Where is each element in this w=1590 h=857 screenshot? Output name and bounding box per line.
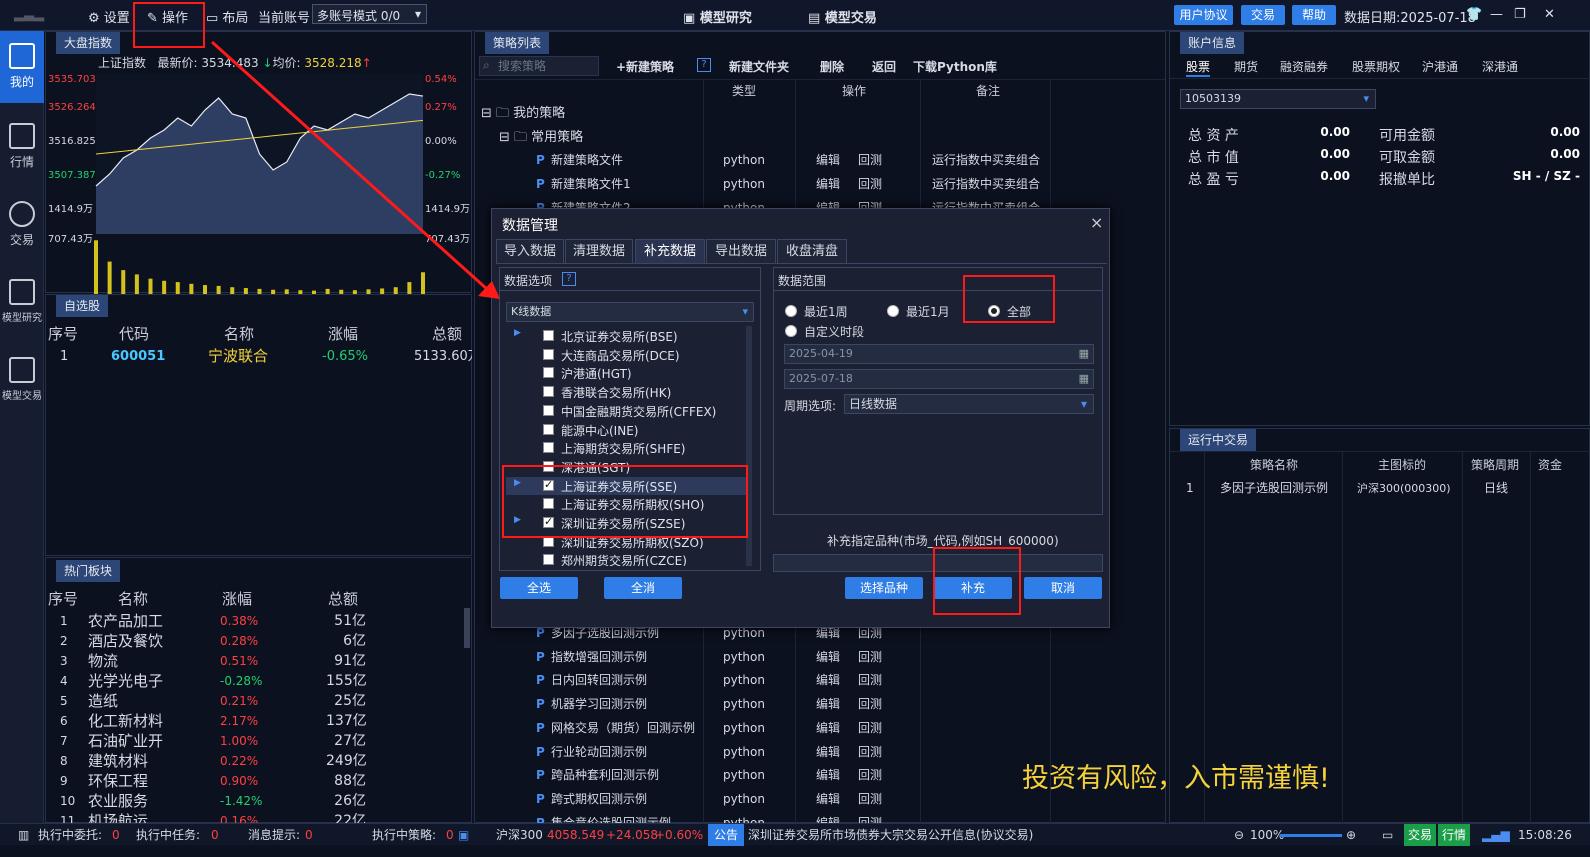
screen-icon[interactable]: ▭ (1382, 824, 1393, 846)
entrust-count: 0 (112, 828, 120, 842)
trade-status[interactable]: 交易 (1404, 824, 1437, 846)
index-pct: +0.60% (655, 828, 704, 842)
index-change: +24.058 (606, 828, 659, 842)
strategy-label: 执行中策略: (372, 828, 437, 842)
strategy-icon[interactable]: ▣ (458, 824, 469, 846)
index-name: 沪深300 (496, 828, 543, 842)
notice-tag: 公告 (708, 824, 745, 846)
market-status[interactable]: 行情 (1438, 824, 1471, 846)
strategy-count: 0 (446, 828, 454, 842)
msg-count: 0 (305, 828, 313, 842)
clock: 15:08:26 (1518, 828, 1572, 842)
index-value: 4058.549 (547, 828, 605, 842)
task-count: 0 (211, 828, 219, 842)
zoom-in-icon[interactable]: ⊕ (1346, 824, 1356, 846)
entrust-label: 执行中委托: (38, 828, 103, 842)
task-label: 执行中任务: (136, 828, 201, 842)
annotation-arrow (210, 40, 500, 299)
msg-label: 消息提示: (248, 828, 301, 842)
chart-icon: ▥ (18, 828, 30, 842)
zoom-out-icon[interactable]: ⊖ (1234, 824, 1244, 846)
signal-icon: ▂▄▆ (1482, 828, 1510, 842)
status-bar: ▥ 执行中委托: 0 执行中任务: 0 消息提示: 0 执行中策略: 0 ▣ 沪… (0, 823, 1590, 846)
zoom-slider[interactable] (1280, 834, 1342, 837)
notice-text[interactable]: 深圳证券交易所市场债券大宗交易公开信息(协议交易) (748, 824, 1033, 846)
